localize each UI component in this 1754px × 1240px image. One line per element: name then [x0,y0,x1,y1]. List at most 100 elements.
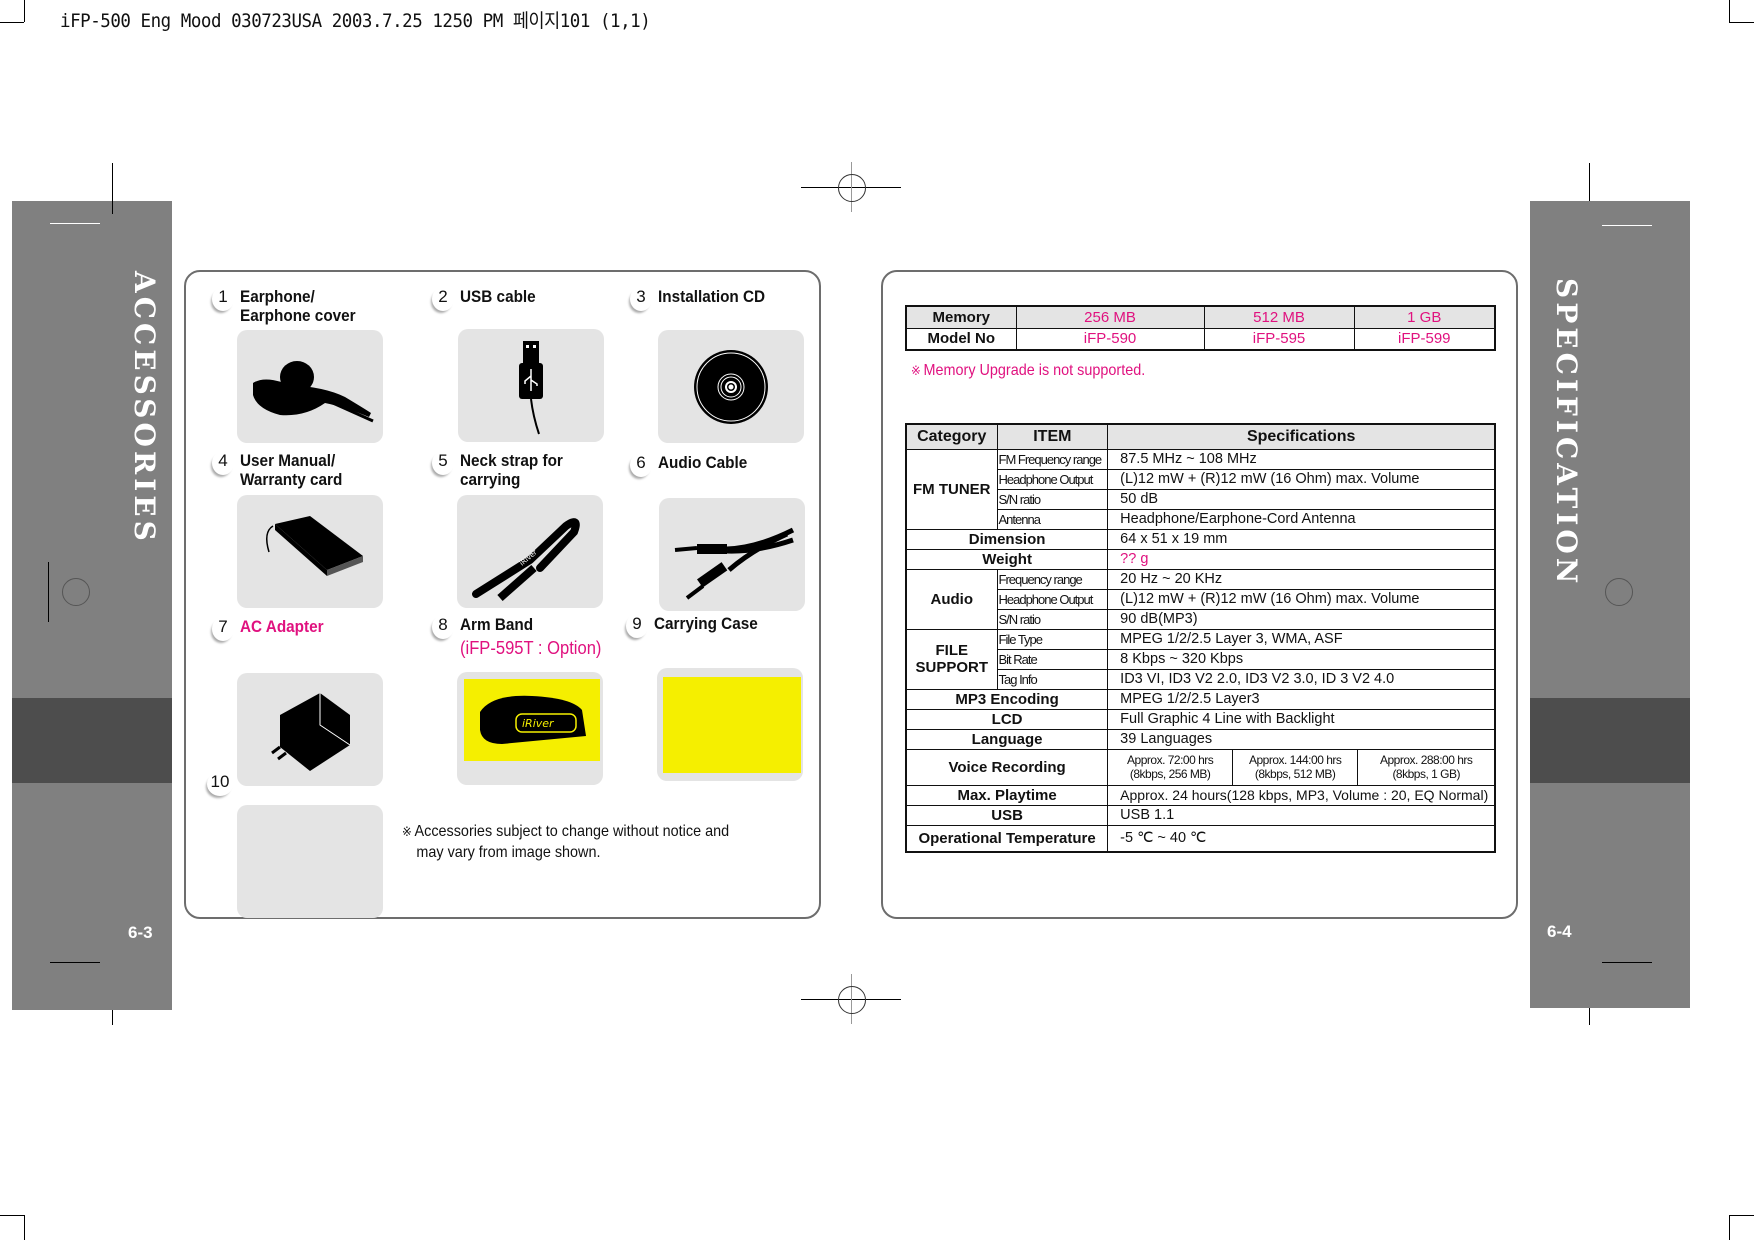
accessory-title: Neck strap for [460,451,563,470]
arm-band-icon: iRiver [480,695,586,744]
neck-strap-icon: iRiver [472,517,580,601]
carrying-case-icon [663,677,801,773]
spec-item: S/N ratio [996,608,1109,630]
accessory-title: User Manual/ [240,451,336,470]
section-title-specification: SPECIFICATION [1550,278,1583,588]
accessory-2: 2 USB cable [432,287,544,311]
spec-row: FILE SUPPORT File Type MPEG 1/2/2.5 Laye… [905,628,1496,690]
manual-icon [266,515,363,576]
memory-512: 512 MB [1203,305,1355,329]
spec-row: LCD Full Graphic 4 Line with Backlight [905,708,1496,730]
model-label: Model No [905,327,1017,351]
spec-value: MPEG 1/2/2.5 Layer3 [1107,688,1496,710]
registration-target-right [1605,578,1633,606]
memory-note-text: Memory Upgrade is not supported. [923,362,1146,379]
voice-recording-512: Approx. 144:00 hrs (8kbps, 512 MB) [1232,748,1359,786]
item-number: 3 [630,287,652,311]
spec-row: Audio Frequency range 20 Hz ~ 20 KHz [905,568,1496,630]
header-specifications: Specifications [1107,423,1496,450]
right-side-bar: SPECIFICATION 6-4 [1530,201,1690,1008]
installation-cd-image [658,330,804,443]
category-line-2: SUPPORT [915,659,988,676]
accessory-title: AC Adapter [240,617,324,636]
ac-adapter-icon [271,692,351,771]
registration-mark-left [48,562,49,622]
accessory-title: Arm Band [460,615,534,634]
item-number: 8 [432,615,454,639]
accessory-title: Audio Cable [658,453,748,472]
item-number: 1 [212,287,234,311]
category-mp3-encoding: MP3 Encoding [905,688,1109,710]
accessory-title: Installation CD [658,287,766,306]
spec-row: Weight ?? g [905,548,1496,570]
category-file-support: FILE SUPPORT [905,628,998,690]
category-line-1: FILE [935,642,969,659]
accessory-4: 4 User Manual/ Warranty card [212,451,354,489]
model-row: Model No iFP-590 iFP-595 iFP-599 [905,327,1496,351]
accessory-title-line2: Warranty card [240,470,343,489]
spec-value: (L)12 mW + (R)12 mW (16 Ohm) max. Volume [1107,468,1496,490]
accessory-9: 9 Carrying Case [626,614,769,638]
page-number-right: 6-4 [1547,922,1572,941]
spec-value: ID3 VI, ID3 V2 2.0, ID3 V2 3.0, ID 3 V2 … [1107,668,1496,690]
spec-item: File Type [996,628,1109,650]
accessory-option-note: (iFP-595T : Option) [460,638,602,658]
earphone-image [237,330,383,443]
spec-value: 50 dB [1107,488,1496,510]
memory-row: Memory 256 MB 512 MB 1 GB [905,305,1496,329]
category-language: Language [905,728,1109,750]
spec-value: USB 1.1 [1107,804,1496,826]
category-audio: Audio [905,568,998,630]
arm-band-image: iRiver [457,672,603,785]
header-item: ITEM [996,423,1109,450]
accessory-title: USB cable [460,287,536,306]
category-lcd: LCD [905,708,1109,730]
accessory-10: 10 [207,772,233,796]
spec-value: -5 ℃ ~ 40 ℃ [1107,824,1496,853]
spec-value: Approx. 24 hours(128 kbps, MP3, Volume :… [1107,784,1496,806]
vr-line-1: Approx. 288:00 hrs [1380,753,1473,767]
spec-item: Tag Info [996,668,1109,690]
category-voice-recording: Voice Recording [905,748,1109,786]
model-595: iFP-595 [1203,327,1355,351]
item-number: 10 [207,772,233,796]
cd-icon [694,349,768,424]
spec-row: Dimension 64 x 51 x 19 mm [905,528,1496,550]
vr-line-1: Approx. 72:00 hrs [1127,753,1214,767]
audio-cable-icon [674,527,795,600]
vr-line-1: Approx. 144:00 hrs [1248,753,1342,767]
usb-cable-icon [519,340,543,434]
spec-item: Bit Rate [996,648,1109,670]
spec-item: Antenna [996,508,1109,530]
accessory-5: 5 Neck strap for carrying [432,451,574,489]
category-operational-temperature: Operational Temperature [905,824,1109,853]
accessory-title: Earphone/ [240,287,315,306]
spec-row: Voice Recording Approx. 72:00 hrs (8kbps… [905,748,1496,786]
note-line-1: Accessories subject to change without no… [414,823,730,840]
item-number: 4 [212,451,234,475]
note-mark: ※ [402,824,412,839]
item-number: 7 [212,617,234,641]
svg-text:iRiver: iRiver [522,717,555,730]
voice-recording-256: Approx. 72:00 hrs (8kbps, 256 MB) [1107,748,1234,786]
spec-value: 8 Kbps ~ 320 Kbps [1107,648,1496,670]
spec-row: FM TUNER FM Frequency range 87.5 MHz ~ 1… [905,448,1496,530]
spec-row: Operational Temperature -5 ℃ ~ 40 ℃ [905,824,1496,853]
model-599: iFP-599 [1353,327,1496,351]
accessories-note: ※ Accessories subject to change without n… [402,821,729,863]
spec-row: MP3 Encoding MPEG 1/2/2.5 Layer3 [905,688,1496,710]
vr-line-2: (8kbps, 256 MB) [1129,767,1211,781]
blank-image [237,805,383,918]
memory-256: 256 MB [1015,305,1205,329]
item-number: 2 [432,287,454,311]
spec-item: Headphone Output [996,468,1109,490]
accessory-1: 1 Earphone/ Earphone cover [212,287,369,325]
vr-line-2: (8kbps, 512 MB) [1254,767,1336,781]
spec-value: Headphone/Earphone-Cord Antenna [1107,508,1496,530]
item-number: 5 [432,451,454,475]
spec-value: 64 x 51 x 19 mm [1107,528,1496,550]
memory-label: Memory [905,305,1017,329]
accessory-3: 3 Installation CD [630,287,777,311]
item-number: 6 [630,453,652,477]
voice-recording-1gb: Approx. 288:00 hrs (8kbps, 1 GB) [1357,748,1496,786]
